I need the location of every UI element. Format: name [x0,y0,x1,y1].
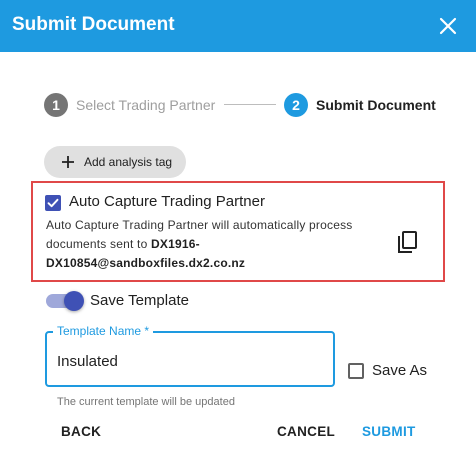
auto-capture-email-part1: DX1916- [151,237,200,251]
save-as-checkbox[interactable] [348,363,364,379]
save-as-label: Save As [372,362,428,379]
save-template-toggle[interactable] [44,291,84,311]
auto-capture-email-part2: DX10854@sandboxfiles.dx2.co.nz [46,256,246,270]
step-number: 2 [284,93,308,117]
close-icon [439,17,457,35]
template-name-input[interactable] [57,353,317,370]
close-button[interactable] [436,14,460,38]
copy-email-button[interactable] [396,230,420,256]
add-analysis-tag-label: Add analysis tag [84,155,173,169]
back-button[interactable]: BACK [61,424,101,439]
auto-capture-checkbox[interactable] [45,195,61,211]
dialog-header: Submit Document [0,0,476,52]
stepper: 1 Select Trading Partner 2 Submit Docume… [44,92,444,118]
save-template-label: Save Template [90,292,189,309]
add-analysis-tag-button[interactable]: Add analysis tag [44,146,187,178]
template-name-label: Template Name * [53,324,154,338]
submit-button[interactable]: SUBMIT [362,424,416,439]
step-select-trading-partner[interactable]: 1 Select Trading Partner [44,92,215,118]
dialog-title: Submit Document [12,14,175,35]
cancel-button[interactable]: CANCEL [277,424,335,439]
plus-icon [62,156,74,168]
check-icon [47,198,59,208]
toggle-knob [64,291,84,311]
step-label: Select Trading Partner [76,97,216,113]
template-helper-text: The current template will be updated [57,396,235,408]
copy-icon [398,231,417,253]
submit-document-dialog: Submit Document 1 Select Trading Partner… [0,0,476,474]
step-connector [224,104,276,105]
auto-capture-description: Auto Capture Trading Partner will automa… [46,216,386,273]
auto-capture-title: Auto Capture Trading Partner [69,193,265,210]
step-submit-document[interactable]: 2 Submit Document [284,92,436,118]
step-label: Submit Document [316,97,436,113]
step-number: 1 [44,93,68,117]
